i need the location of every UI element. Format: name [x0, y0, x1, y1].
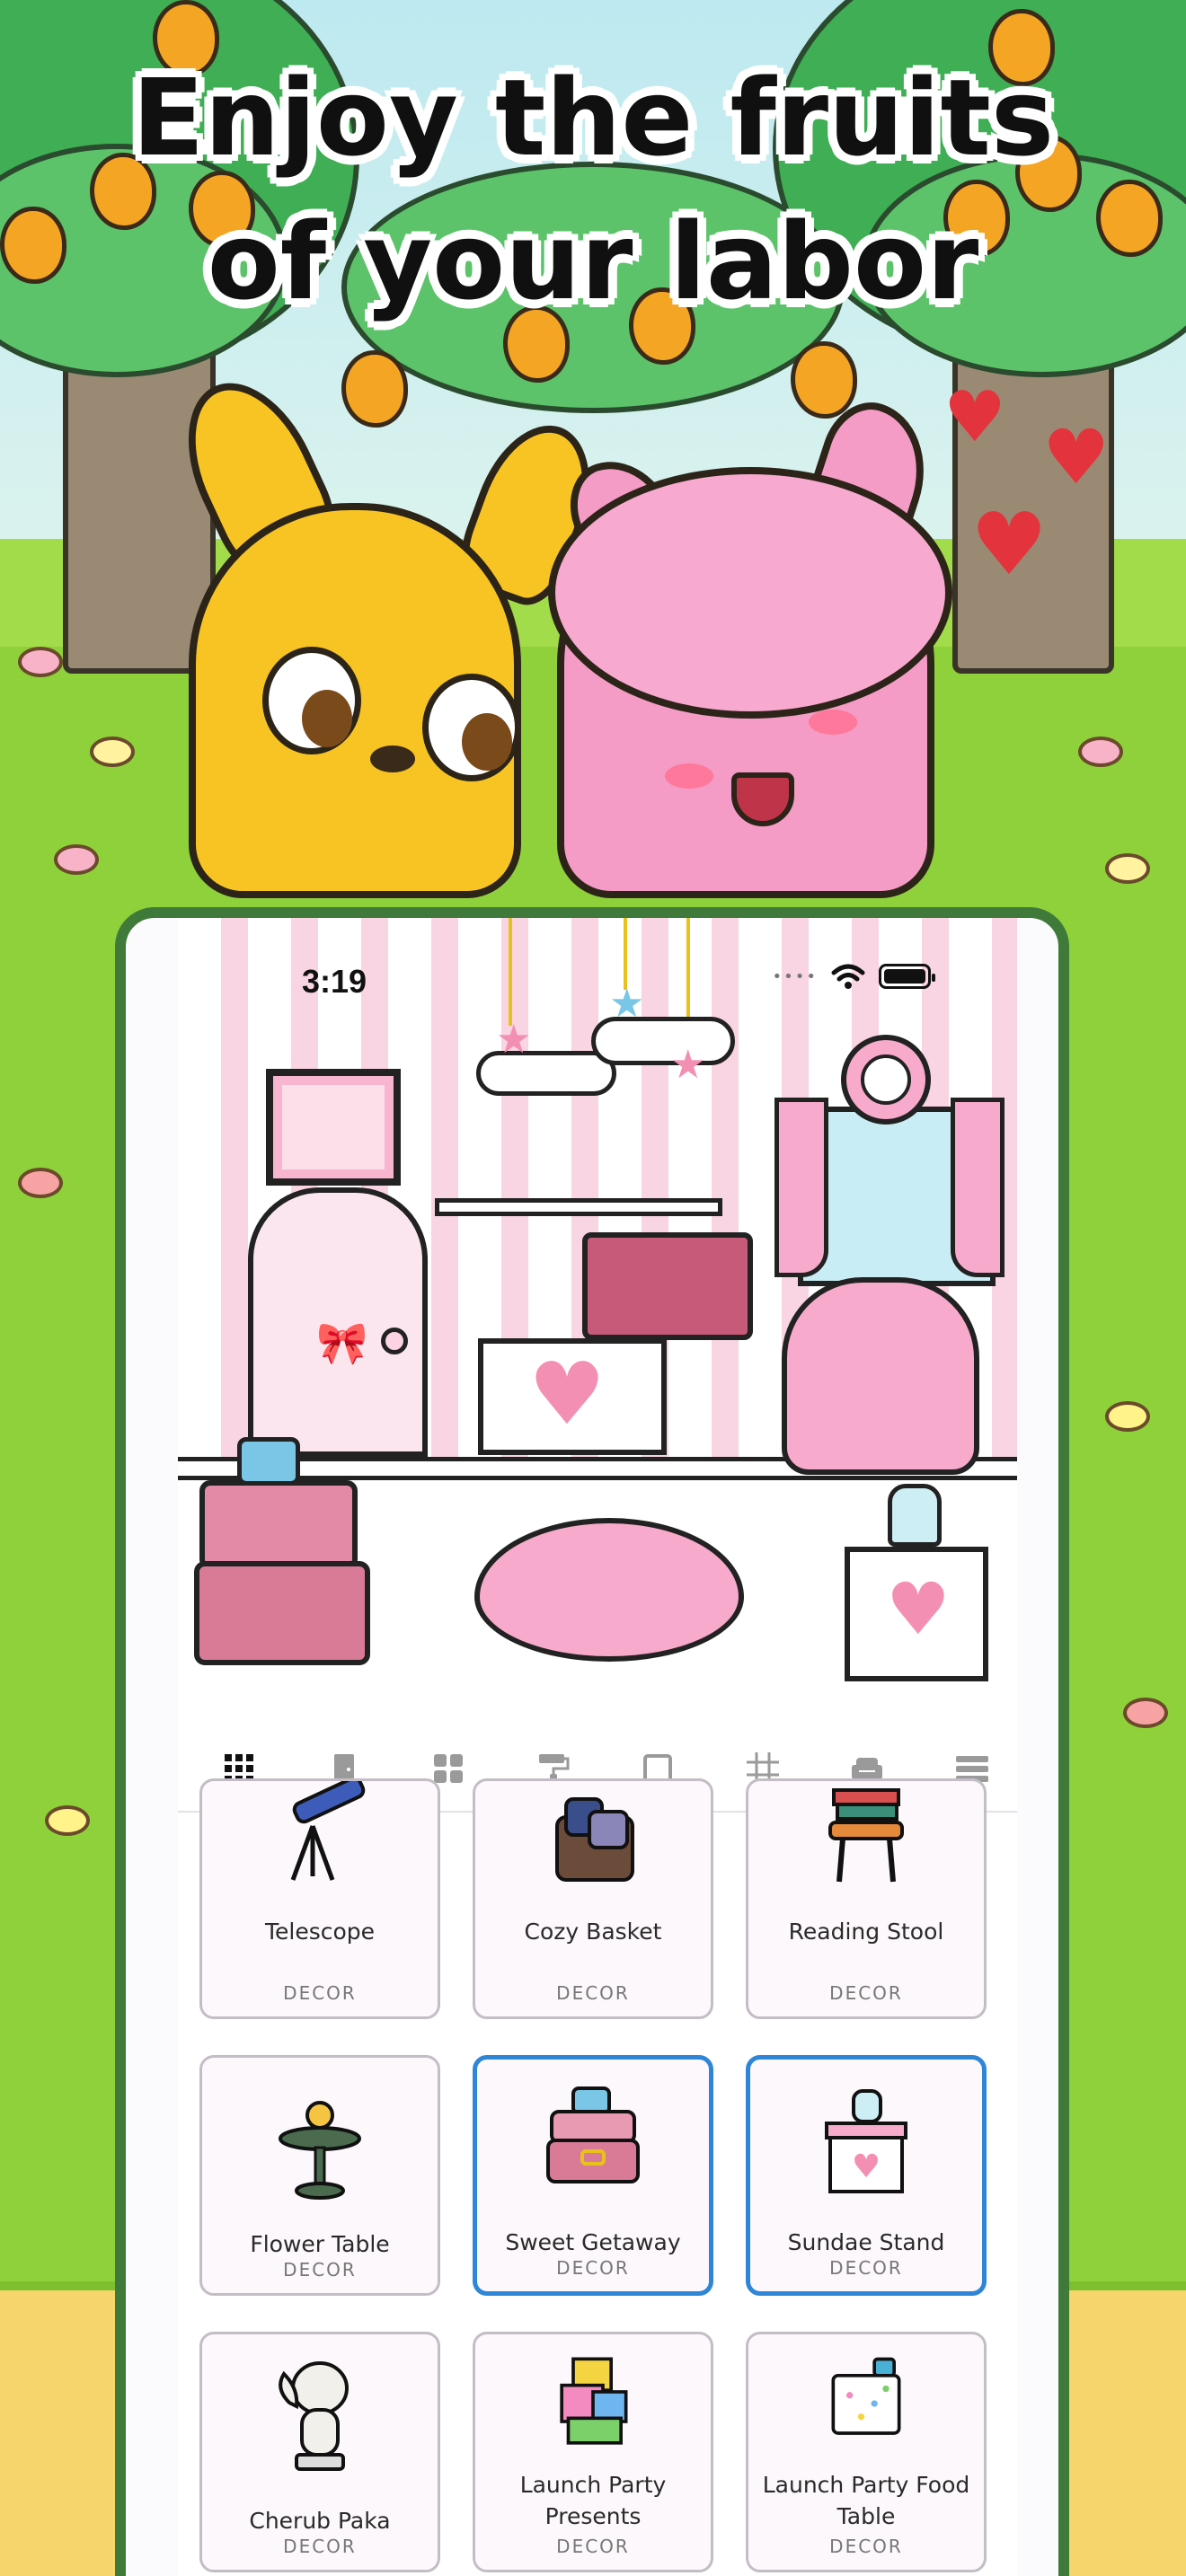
- sundae-stand: ♥: [845, 1547, 988, 1681]
- item-card-reading-stool[interactable]: Reading Stool DECOR: [746, 1778, 987, 2019]
- item-category: DECOR: [556, 1982, 630, 2004]
- heart-icon: ♥: [528, 1344, 606, 1444]
- suitcase: [194, 1561, 370, 1665]
- flower: [45, 1805, 90, 1836]
- sundae-stand-icon: ♥: [825, 2089, 907, 2193]
- flower: [1105, 853, 1150, 884]
- item-name: Cozy Basket: [524, 1919, 662, 1945]
- room-preview[interactable]: 3:19 •••• ★ ★ ★ 🎀 ♥ ♥: [178, 918, 1017, 1726]
- picture-frame: [266, 1069, 401, 1186]
- suitcase-icon: [546, 2086, 640, 2183]
- telescope-icon: [290, 1781, 366, 1881]
- item-name: Launch Party Presents: [519, 2472, 667, 2529]
- item-card-sundae-stand[interactable]: ♥ Sundae Stand DECOR: [746, 2055, 987, 2296]
- heart-icon: ♥: [1042, 413, 1111, 501]
- door: 🎀: [248, 1187, 428, 1457]
- heart-icon: ♥: [970, 494, 1049, 595]
- item-category: DECOR: [283, 2536, 357, 2557]
- food-table-icon: [831, 2357, 901, 2435]
- flower: [54, 844, 99, 875]
- item-category: DECOR: [283, 2259, 357, 2280]
- curtain: [774, 1098, 828, 1277]
- dog-pupil: [302, 690, 352, 747]
- item-grid: Telescope DECOR Cozy Basket DECOR Readin…: [199, 1778, 996, 2572]
- item-card-sweet-getaway[interactable]: Sweet Getaway DECOR: [473, 2055, 713, 2296]
- item-name: Sundae Stand: [787, 2229, 945, 2255]
- armchair: [782, 1277, 979, 1475]
- window-icon: [434, 1754, 464, 1783]
- status-bar: 3:19 ••••: [178, 918, 1017, 1017]
- status-icons: ••••: [772, 963, 935, 990]
- item-category: DECOR: [829, 1982, 903, 2004]
- flower: [18, 1168, 63, 1198]
- mango: [341, 350, 408, 428]
- item-category: DECOR: [556, 2257, 630, 2279]
- cat-blush: [809, 710, 857, 735]
- pin-board: [582, 1232, 753, 1340]
- item-card-cherub-paka[interactable]: Cherub Paka DECOR: [199, 2332, 440, 2572]
- item-category: DECOR: [283, 1982, 357, 2004]
- wall-clock: [841, 1035, 931, 1125]
- heart-icon: ♥: [886, 1567, 951, 1651]
- item-card-launch-party-food-table[interactable]: Launch Party Food Table DECOR: [746, 2332, 987, 2572]
- item-name: Sweet Getaway: [505, 2229, 681, 2255]
- headline-line-1: Enjoy the fruits: [131, 56, 1055, 180]
- signal-icon: ••••: [772, 966, 818, 986]
- wifi-icon: [831, 964, 865, 989]
- stool-icon: [828, 1788, 904, 1883]
- cat-blush: [665, 763, 713, 789]
- item-card-cozy-basket[interactable]: Cozy Basket DECOR: [473, 1778, 713, 2019]
- item-card-telescope[interactable]: Telescope DECOR: [199, 1778, 440, 2019]
- star-decor-icon: ★: [496, 1017, 532, 1063]
- mango: [791, 341, 857, 419]
- phone-frame: 3:19 •••• ★ ★ ★ 🎀 ♥ ♥ Telescope DECOR Co…: [115, 907, 1069, 2576]
- dog-pupil: [462, 713, 512, 771]
- heart-desk: ♥: [478, 1338, 667, 1455]
- status-time: 3:19: [302, 963, 367, 1000]
- flower: [1105, 1401, 1150, 1432]
- headline-line-2: of your labor: [207, 199, 979, 323]
- item-name: Launch Party Food Table: [762, 2472, 970, 2529]
- flower: [1123, 1698, 1168, 1728]
- item-category: DECOR: [829, 2257, 903, 2279]
- item-card-flower-table[interactable]: Flower Table DECOR: [199, 2055, 440, 2296]
- basket-icon: [555, 1797, 634, 1882]
- item-category: DECOR: [556, 2536, 630, 2557]
- item-name: Telescope: [264, 1919, 376, 1945]
- presents-icon: [560, 2357, 628, 2445]
- item-name: Flower Table: [250, 2231, 390, 2257]
- heart-icon: ♥: [943, 377, 1006, 458]
- door-knob: [381, 1328, 408, 1354]
- dog-nose: [370, 745, 415, 772]
- hanging-string: [624, 918, 627, 990]
- camera-icon: [237, 1437, 300, 1486]
- flower: [1078, 737, 1123, 767]
- cat-hair: [548, 467, 952, 719]
- flower-table-icon: [279, 2101, 361, 2200]
- svg-text:♥: ♥: [852, 2148, 881, 2185]
- hanging-string: [509, 918, 512, 1026]
- item-category: DECOR: [829, 2536, 903, 2557]
- wall-shelf: [435, 1198, 722, 1216]
- sundae-icon: [888, 1484, 942, 1547]
- cherub-statue-icon: [279, 2361, 349, 2471]
- flower: [90, 737, 135, 767]
- app-screen: 3:19 •••• ★ ★ ★ 🎀 ♥ ♥ Telescope DECOR Co…: [178, 918, 1017, 2576]
- item-name: Cherub Paka: [249, 2508, 391, 2534]
- star-decor-icon: ★: [670, 1042, 706, 1088]
- curtain: [951, 1098, 1005, 1277]
- flower: [18, 647, 63, 677]
- battery-icon: [879, 964, 935, 989]
- item-name: Reading Stool: [788, 1919, 944, 1945]
- bow-icon: 🎀: [316, 1319, 368, 1367]
- suitcase: [199, 1480, 358, 1570]
- item-card-launch-party-presents[interactable]: Launch Party Presents DECOR: [473, 2332, 713, 2572]
- star-decor-icon: ★: [609, 981, 645, 1027]
